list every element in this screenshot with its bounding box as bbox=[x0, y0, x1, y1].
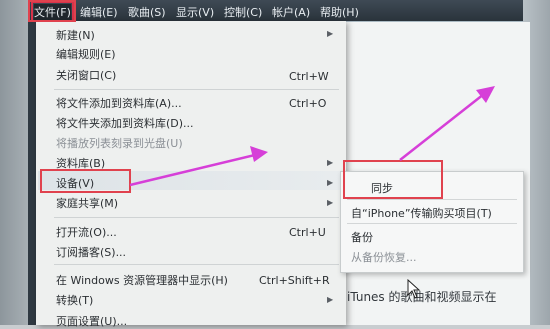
mouse-cursor-icon bbox=[407, 279, 421, 299]
arrow-to-sync-icon bbox=[399, 86, 495, 161]
annotation-arrows bbox=[129, 86, 495, 187]
arrow-to-devices-icon bbox=[129, 146, 268, 187]
